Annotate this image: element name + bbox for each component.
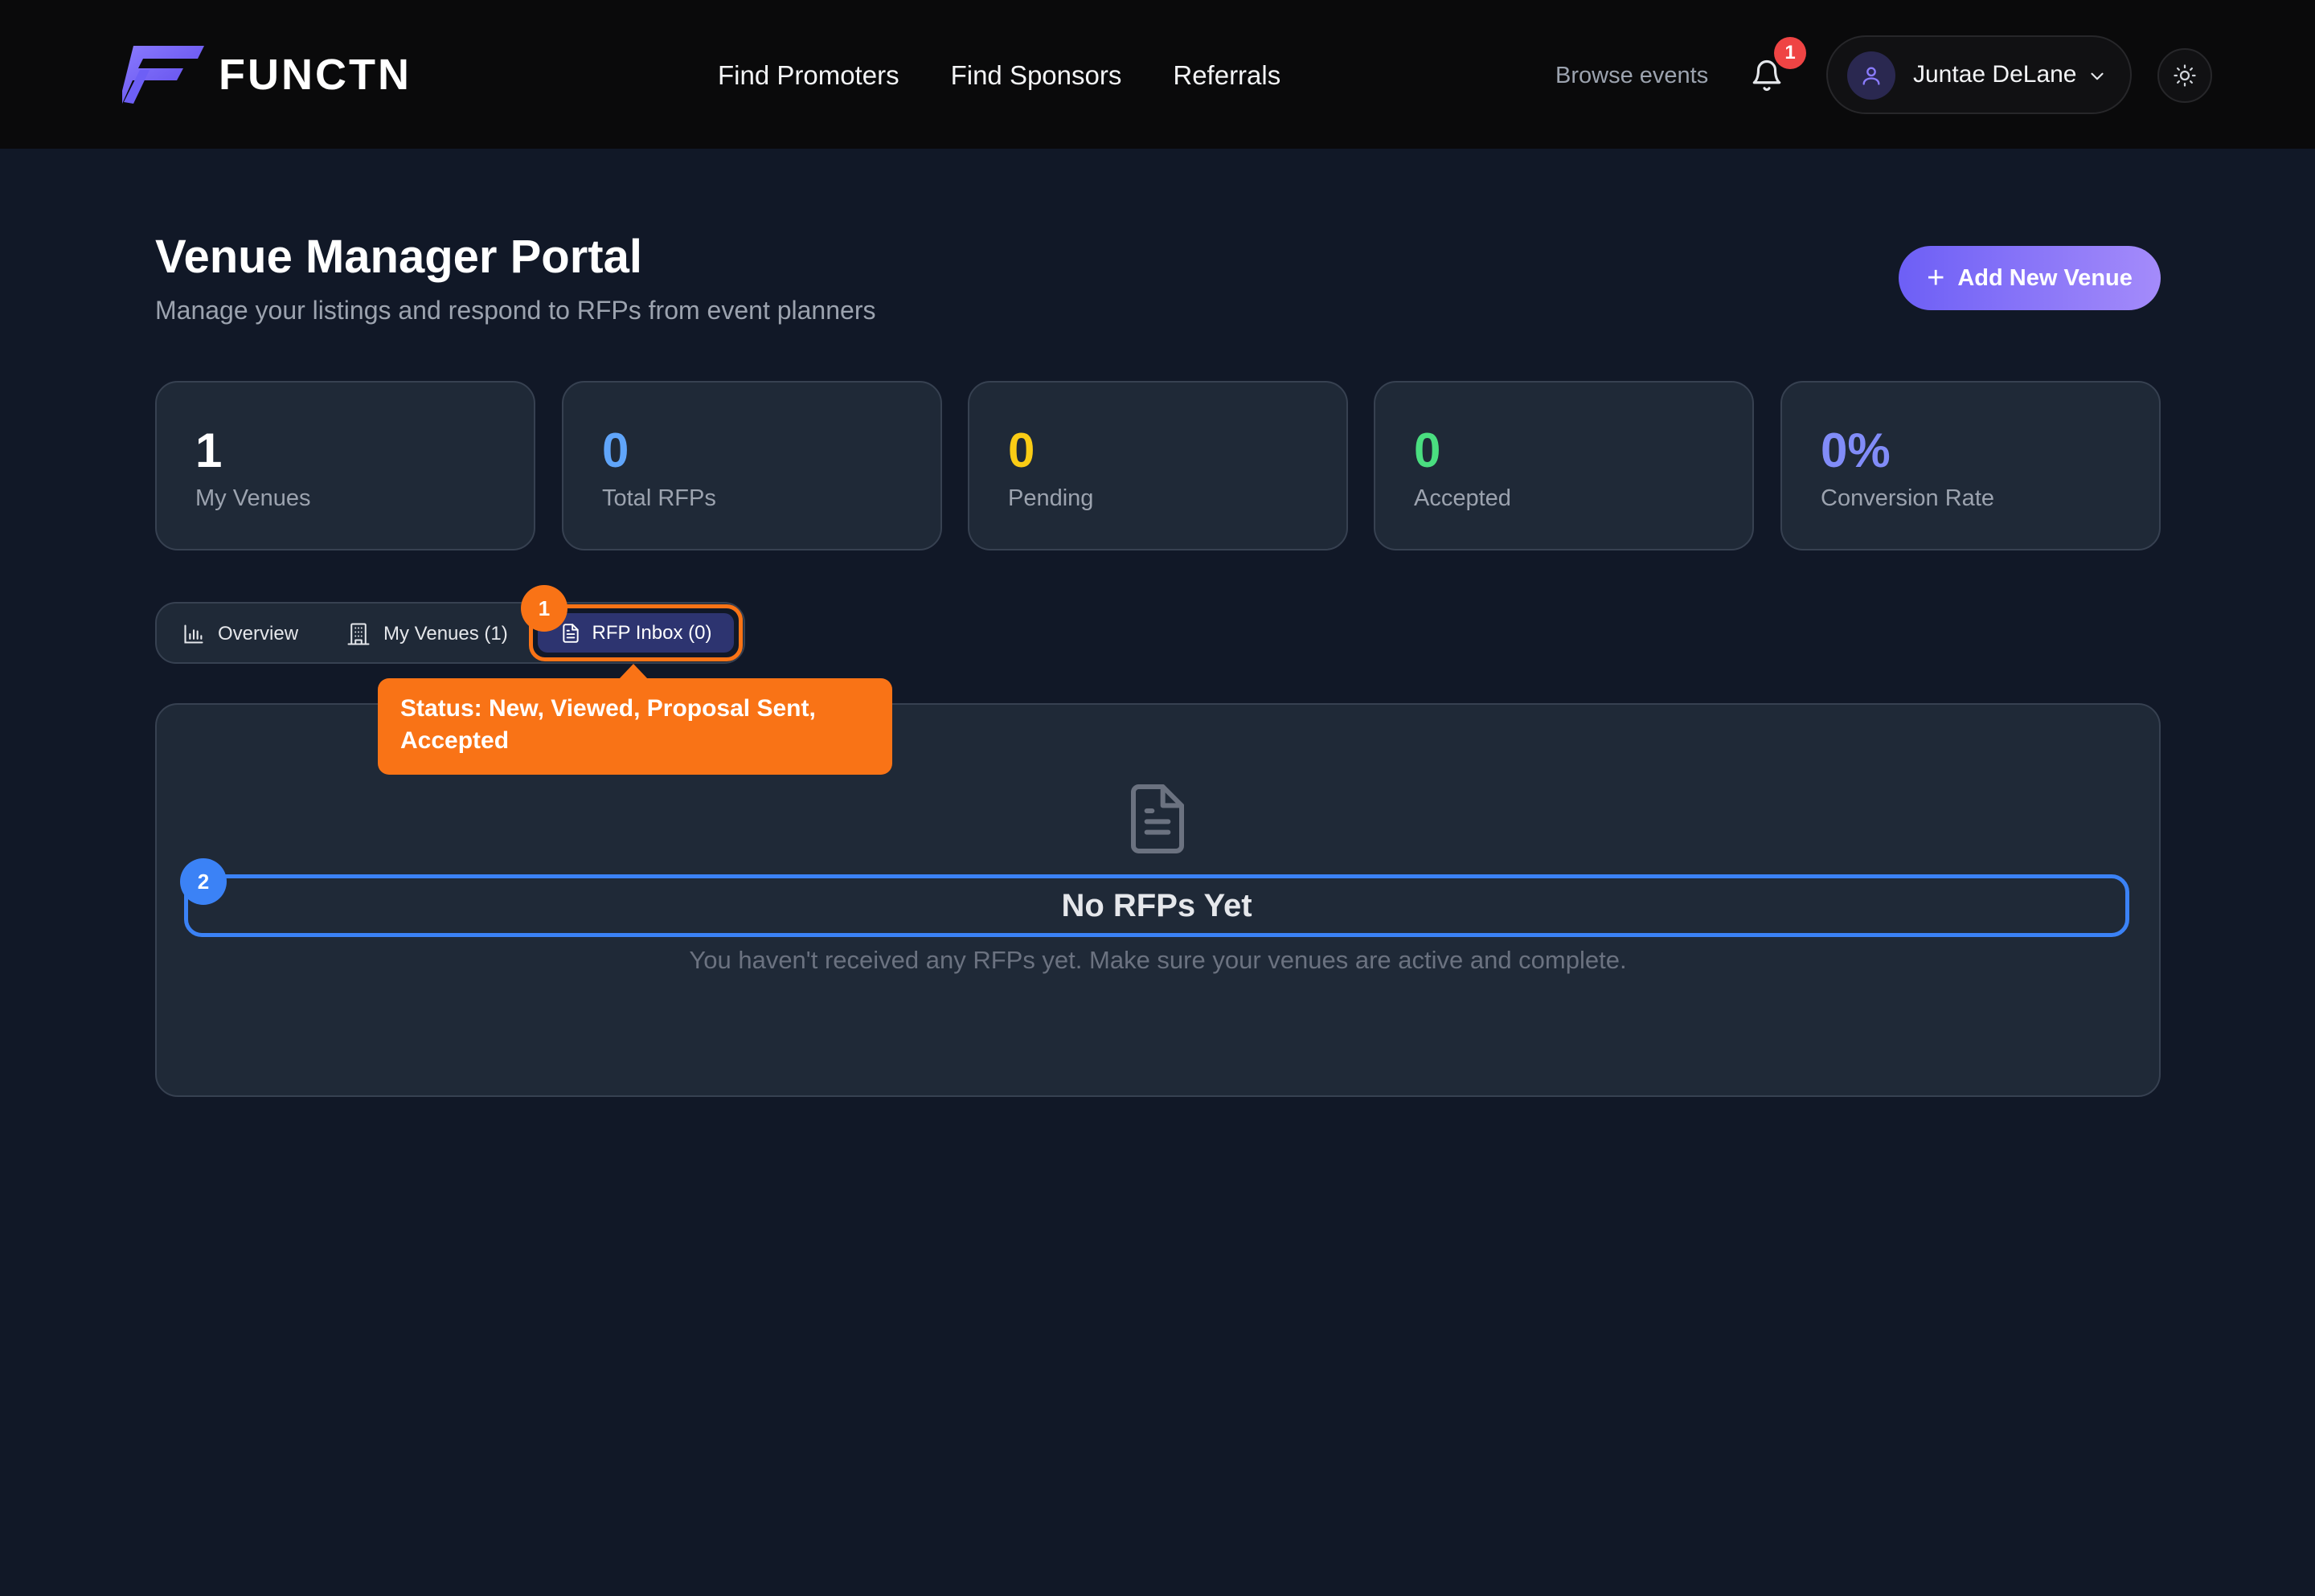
page-title: Venue Manager Portal <box>155 231 642 283</box>
sun-icon <box>2174 64 2196 87</box>
nav-find-sponsors[interactable]: Find Sponsors <box>951 56 1122 95</box>
brand-logo[interactable]: FUNCTN <box>122 44 412 104</box>
stat-label: My Venues <box>195 485 311 511</box>
top-navigation-bar: FUNCTN Find Promoters Find Sponsors Refe… <box>0 0 2315 149</box>
nav-referrals[interactable]: Referrals <box>1173 56 1280 95</box>
stat-label: Total RFPs <box>602 485 716 511</box>
stat-card-total-rfps: 0 Total RFPs <box>562 381 942 550</box>
user-menu-button[interactable]: Juntae DeLane <box>1826 35 2132 114</box>
file-text-icon <box>1131 784 1184 853</box>
file-text-icon <box>562 623 579 643</box>
tab-rfp-inbox-content: RFP Inbox (0) <box>538 613 734 653</box>
stat-value: 0 <box>1008 424 1035 477</box>
tab-overview[interactable]: Overview <box>182 616 298 652</box>
nav-find-promoters[interactable]: Find Promoters <box>718 56 899 95</box>
stat-label: Accepted <box>1414 485 1511 511</box>
tooltip-arrow <box>619 664 648 679</box>
notification-badge: 1 <box>1774 37 1806 69</box>
main-nav: Find Promoters Find Sponsors Referrals <box>718 56 1332 95</box>
stat-value: 1 <box>195 424 223 477</box>
tab-my-venues[interactable]: My Venues (1) <box>346 616 508 652</box>
plus-icon: + <box>1927 261 1945 295</box>
empty-state-title: No RFPs Yet <box>1061 887 1252 923</box>
empty-state-description: You haven't received any RFPs yet. Make … <box>689 946 1627 974</box>
add-new-venue-button[interactable]: + Add New Venue <box>1899 246 2161 310</box>
add-new-venue-label: Add New Venue <box>1957 264 2133 291</box>
stat-card-my-venues: 1 My Venues <box>155 381 535 550</box>
annotation-marker-2: 2 <box>180 858 227 905</box>
user-icon <box>1862 67 1880 85</box>
bar-chart-icon <box>184 624 203 644</box>
annotation-marker-1: 1 <box>521 585 567 632</box>
tab-my-venues-label: My Venues (1) <box>383 623 508 645</box>
tab-rfp-inbox-label: RFP Inbox (0) <box>592 621 712 644</box>
theme-toggle-button[interactable] <box>2157 48 2212 103</box>
avatar <box>1847 51 1895 100</box>
building-icon <box>347 623 370 645</box>
page-subtitle: Manage your listings and respond to RFPs… <box>155 296 876 325</box>
stat-card-pending: 0 Pending <box>968 381 1348 550</box>
user-name: Juntae DeLane <box>1913 61 2077 88</box>
stat-value: 0 <box>602 424 629 477</box>
stat-card-accepted: 0 Accepted <box>1374 381 1754 550</box>
stat-value: 0 <box>1414 424 1441 477</box>
stat-card-conversion-rate: 0% Conversion Rate <box>1780 381 2161 550</box>
empty-state-title-highlight: No RFPs Yet <box>184 874 2129 937</box>
stat-label: Pending <box>1008 485 1094 511</box>
functn-logo-icon <box>122 45 204 104</box>
stat-label: Conversion Rate <box>1821 485 1994 511</box>
status-tooltip: Status: New, Viewed, Proposal Sent, Acce… <box>378 678 892 775</box>
browse-events-link[interactable]: Browse events <box>1555 59 1708 92</box>
brand-name: FUNCTN <box>219 50 412 99</box>
stat-value: 0% <box>1821 424 1891 477</box>
tab-overview-label: Overview <box>218 623 299 645</box>
chevron-down-icon <box>2091 72 2104 80</box>
